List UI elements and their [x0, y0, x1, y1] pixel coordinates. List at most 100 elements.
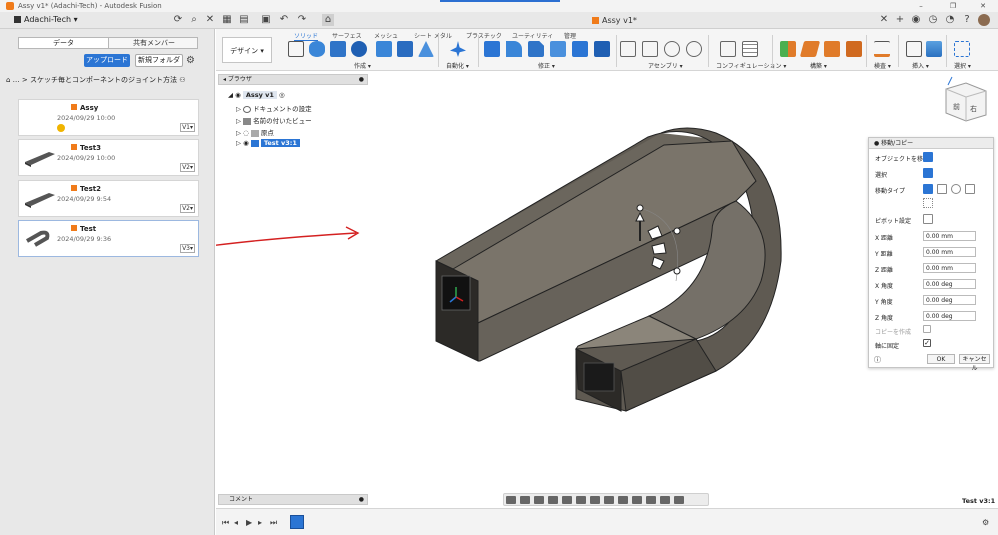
- translate-icon[interactable]: [937, 184, 947, 194]
- effects-icon[interactable]: [646, 496, 656, 504]
- x-angle-input[interactable]: 0.00 deg: [923, 279, 976, 289]
- pan-icon[interactable]: [534, 496, 544, 504]
- y-angle-input[interactable]: 0.00 deg: [923, 295, 976, 305]
- breadcrumb[interactable]: ⌂ … > スケッチ毎とコンポーネントのジョイント方法 ⚇: [6, 75, 186, 85]
- configure-icon[interactable]: [720, 41, 736, 57]
- group-configuration[interactable]: コンフィギュレーション ▾: [716, 61, 786, 70]
- orbit-icon[interactable]: [506, 496, 516, 504]
- version-badge[interactable]: V2▾: [180, 163, 195, 172]
- close-tab-icon[interactable]: ✕: [878, 14, 890, 26]
- point-to-point-icon[interactable]: [965, 184, 975, 194]
- tab-solid[interactable]: ソリッド: [294, 31, 319, 41]
- team-selector[interactable]: Adachi-Tech ▾: [14, 15, 78, 24]
- axis-icon[interactable]: [846, 41, 862, 57]
- minimize-button[interactable]: –: [910, 0, 932, 12]
- insert-canvas-icon[interactable]: [926, 41, 942, 57]
- shell-icon[interactable]: [550, 41, 566, 57]
- browser-panel-header[interactable]: ◂ ブラウザ ●: [218, 74, 368, 85]
- step-forward-icon[interactable]: ▸: [258, 518, 262, 527]
- combine-icon[interactable]: [572, 41, 588, 57]
- help-icon[interactable]: ?: [961, 14, 973, 26]
- config-table-icon[interactable]: [742, 41, 758, 57]
- group-insert[interactable]: 挿入 ▾: [912, 61, 929, 70]
- component-type-button[interactable]: [923, 152, 933, 162]
- file-card-assy[interactable]: Assy 2024/09/29 10:00 V1▾: [18, 99, 199, 136]
- app-grid-icon[interactable]: ▦: [221, 14, 233, 26]
- view-cube[interactable]: [945, 82, 987, 122]
- as-built-joint-icon[interactable]: [664, 41, 680, 57]
- refresh-icon[interactable]: ⟳: [172, 14, 184, 26]
- group-inspect[interactable]: 検査 ▾: [874, 61, 891, 70]
- file-card-test3[interactable]: Test3 2024/09/29 10:00 V2▾: [18, 139, 199, 176]
- step-back-icon[interactable]: ◂: [234, 518, 238, 527]
- revolve-icon[interactable]: [330, 41, 346, 57]
- environment-icon[interactable]: [618, 496, 628, 504]
- close-window-button[interactable]: ✕: [972, 0, 994, 12]
- select-window-icon[interactable]: [954, 41, 970, 57]
- group-construct[interactable]: 構築 ▾: [810, 61, 827, 70]
- tab-surface[interactable]: サーフェス: [332, 31, 362, 40]
- chamfer-icon[interactable]: [528, 41, 544, 57]
- play-icon[interactable]: ▶: [246, 518, 252, 527]
- group-assembly[interactable]: アセンブリ ▾: [648, 61, 683, 70]
- close-panel-icon[interactable]: ✕: [204, 14, 216, 26]
- visual-style-icon[interactable]: [632, 496, 642, 504]
- grid-snap-icon[interactable]: [590, 496, 600, 504]
- version-badge[interactable]: V3▾: [180, 244, 195, 253]
- share-icon[interactable]: ⚇: [179, 76, 185, 84]
- tree-item-test-component[interactable]: ▷ ◉ Test v3:1: [236, 139, 300, 147]
- version-badge[interactable]: V1▾: [180, 123, 195, 132]
- new-tab-icon[interactable]: +: [894, 14, 906, 26]
- look-at-icon[interactable]: [520, 496, 530, 504]
- tab-shared-members[interactable]: 共有メンバー: [109, 38, 199, 48]
- version-badge[interactable]: V2▾: [180, 204, 195, 213]
- tab-plastic[interactable]: プラスチック: [466, 31, 502, 40]
- loft-icon[interactable]: [397, 41, 413, 57]
- joint-icon[interactable]: [642, 41, 658, 57]
- zoom-window-icon[interactable]: [562, 496, 572, 504]
- cancel-button[interactable]: キャンセル: [959, 354, 990, 372]
- display-settings-icon[interactable]: [576, 496, 586, 504]
- tree-item-origin[interactable]: ▷ ◌ 原点: [236, 127, 274, 137]
- workspace-switcher[interactable]: デザイン ▾: [222, 37, 272, 63]
- group-automate[interactable]: 自動化 ▾: [446, 61, 469, 70]
- visibility-eye-icon[interactable]: ◉: [243, 139, 249, 147]
- automate-icon[interactable]: [450, 41, 466, 57]
- redo-icon[interactable]: ↷: [296, 14, 308, 26]
- group-modify[interactable]: 修正 ▾: [538, 61, 555, 70]
- avatar[interactable]: [978, 14, 990, 26]
- tab-manage[interactable]: 管理: [564, 31, 576, 40]
- selection-button[interactable]: [923, 168, 933, 178]
- rotate-icon[interactable]: [951, 184, 961, 194]
- panel-settings-icon[interactable]: ⚙: [186, 55, 195, 66]
- tree-item-named-views[interactable]: ▷ 名前の付いたビュー: [236, 115, 312, 125]
- extensions-icon[interactable]: ◉: [910, 14, 922, 26]
- visibility-eye-icon[interactable]: ◉: [235, 91, 241, 99]
- sweep-icon[interactable]: [376, 41, 392, 57]
- tree-item-document-settings[interactable]: ▷ ドキュメントの設定: [236, 103, 312, 113]
- file-card-test2[interactable]: Test2 2024/09/29 9:54 V2▾: [18, 180, 199, 217]
- lock-axis-checkbox[interactable]: ✓: [923, 339, 931, 347]
- zoom-icon[interactable]: [548, 496, 558, 504]
- group-create[interactable]: 作成 ▾: [354, 61, 371, 70]
- offset-plane-icon[interactable]: [780, 41, 796, 57]
- search-icon[interactable]: ⌕: [188, 14, 200, 26]
- new-folder-button[interactable]: 新規フォルダ: [135, 54, 183, 67]
- browser-options-icon[interactable]: ●: [359, 75, 364, 84]
- midplane-icon[interactable]: [824, 41, 840, 57]
- y-distance-input[interactable]: 0.00 mm: [923, 247, 976, 257]
- z-distance-input[interactable]: 0.00 mm: [923, 263, 976, 273]
- comments-panel[interactable]: コメント ●: [218, 494, 368, 505]
- tab-data[interactable]: データ: [19, 38, 109, 48]
- plane-angle-icon[interactable]: [799, 41, 821, 57]
- root-component-label[interactable]: Assy v1: [242, 91, 277, 99]
- document-tab[interactable]: Assy v1*: [330, 13, 885, 29]
- file-card-test[interactable]: Test 2024/09/29 9:36 V3▾: [18, 220, 199, 257]
- new-component-icon[interactable]: [620, 41, 636, 57]
- tab-mesh[interactable]: メッシュ: [374, 31, 398, 40]
- upload-button[interactable]: アップロード: [84, 54, 130, 67]
- go-to-start-icon[interactable]: ⏮: [222, 518, 229, 528]
- create-sketch-icon[interactable]: [288, 41, 304, 57]
- camera-icon[interactable]: [674, 496, 684, 504]
- comments-options-icon[interactable]: ●: [359, 495, 364, 504]
